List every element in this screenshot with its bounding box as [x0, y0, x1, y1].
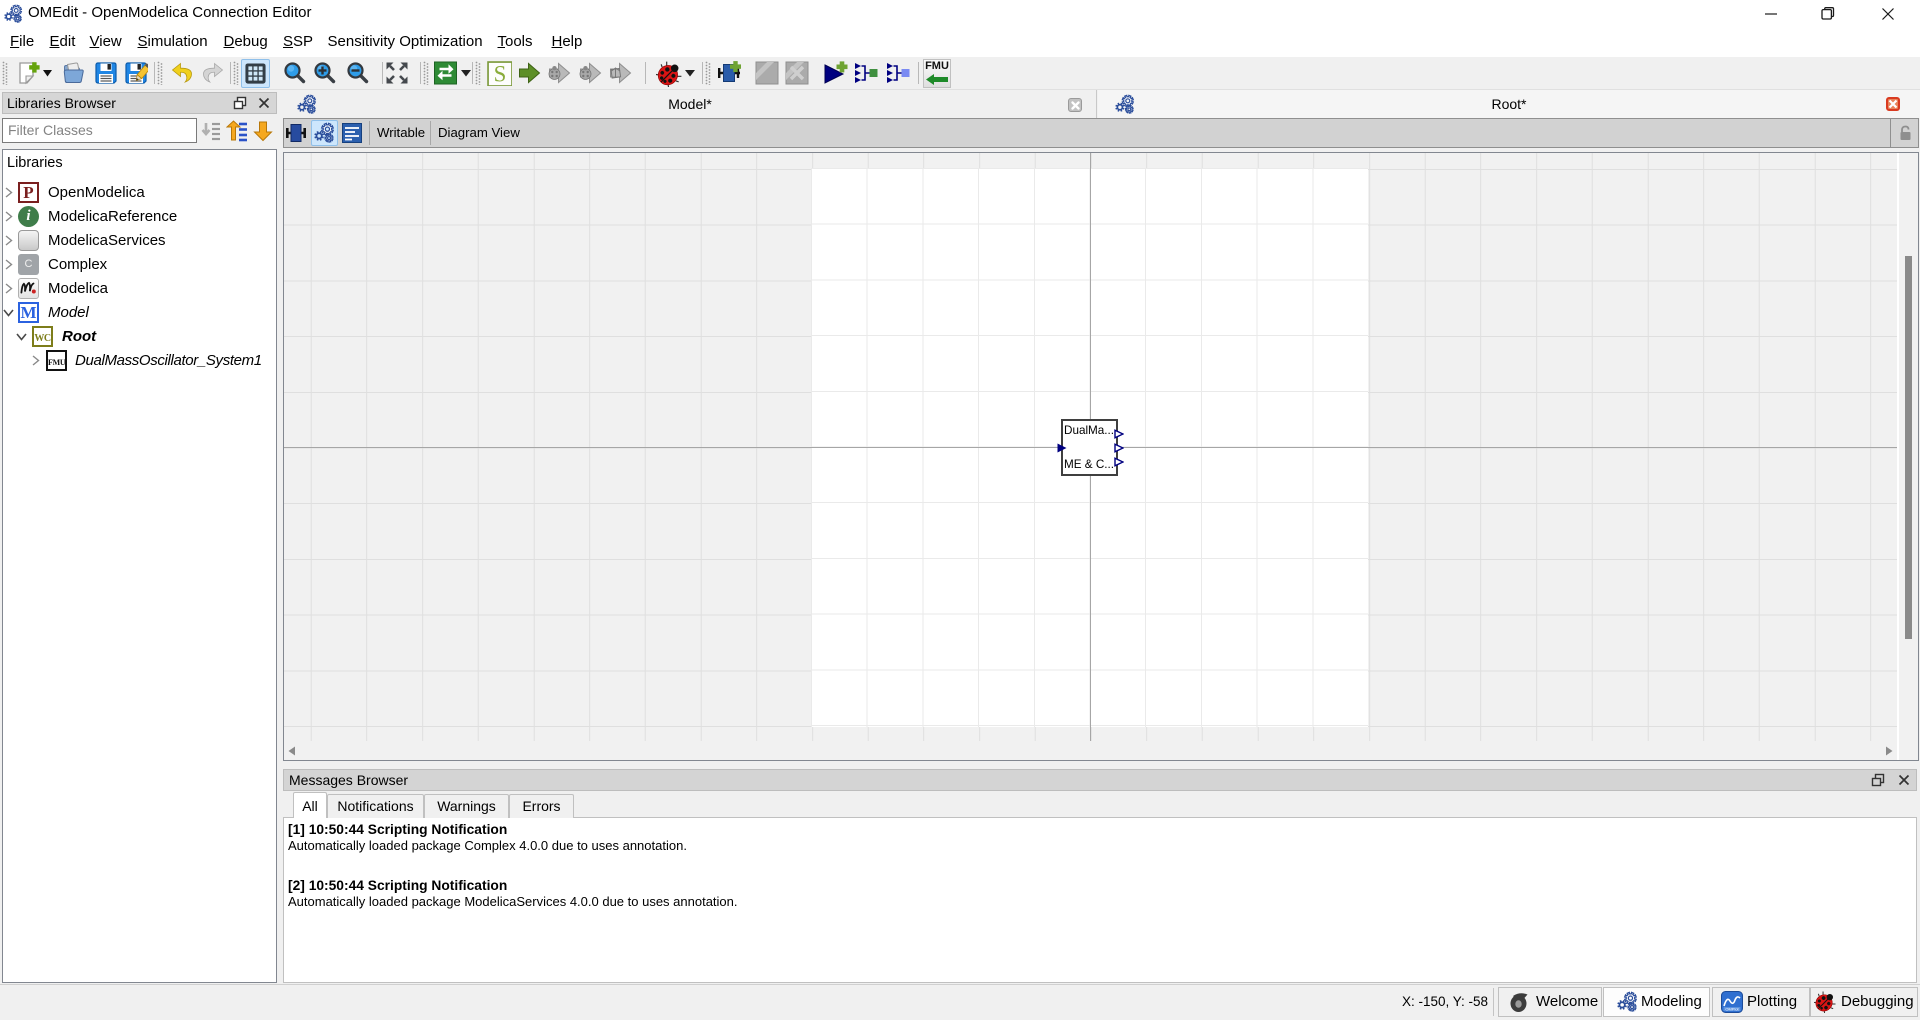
svg-text:S: S	[494, 61, 507, 86]
svg-text:OMPlot: OMPlot	[1725, 1007, 1739, 1012]
